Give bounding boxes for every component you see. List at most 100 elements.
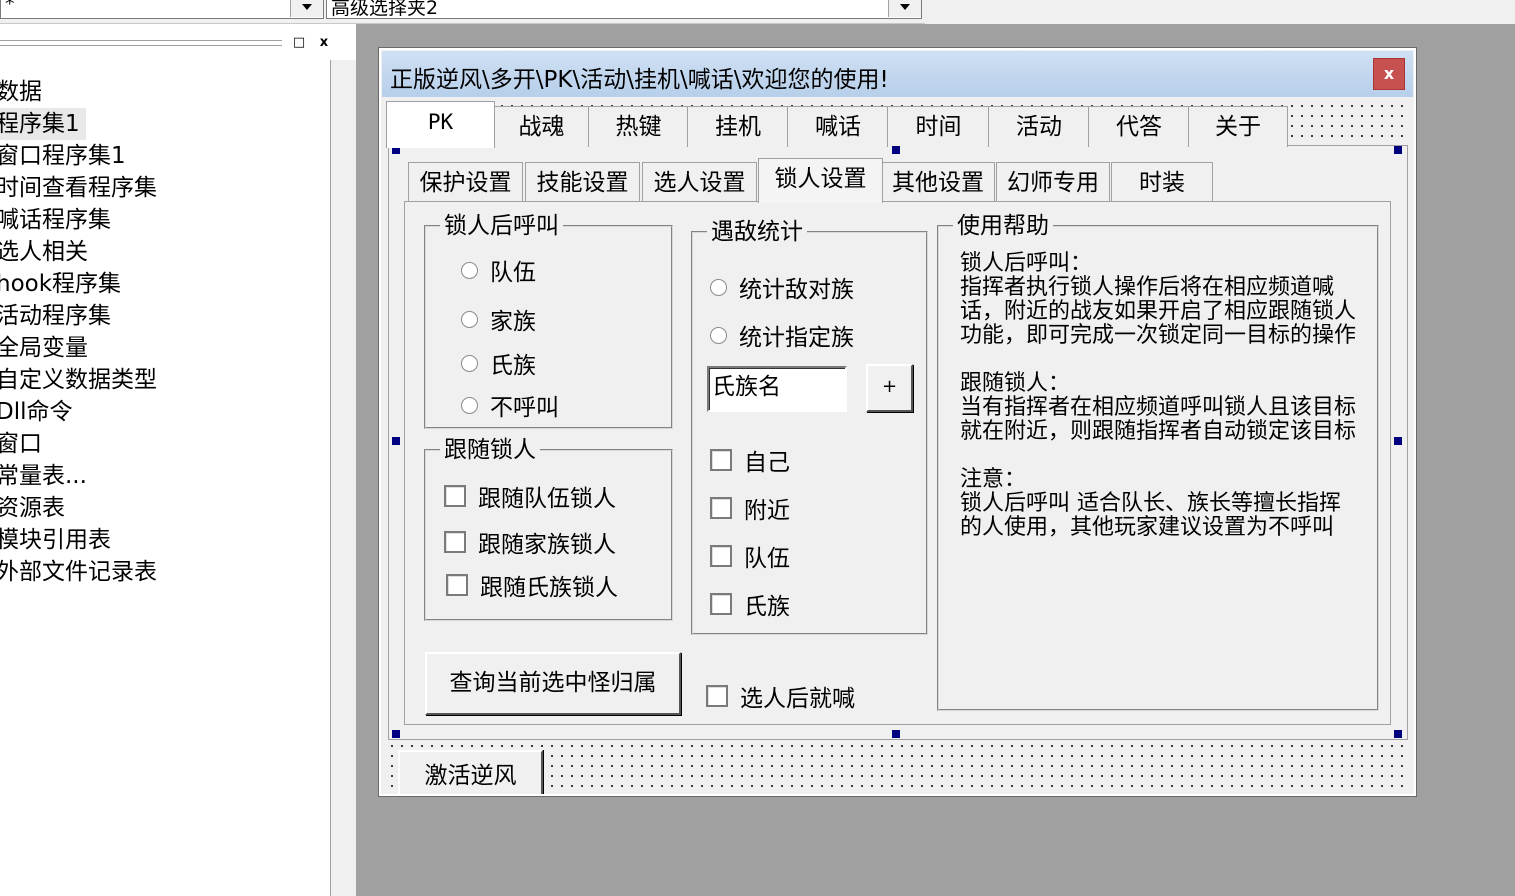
chevron-down-icon[interactable] [290,0,323,17]
project-tree: 数据 程序集1 窗口程序集1 时间查看程序集 喊话程序集 选人相关 hook程序… [0,76,330,588]
tab-time[interactable]: 时间 [887,106,990,147]
tab-shout[interactable]: 喊话 [787,106,889,147]
tab-protect-settings[interactable]: 保护设置 [408,162,523,201]
close-icon[interactable]: x [315,34,333,52]
clan-name-input[interactable]: 氏族名 [707,366,847,412]
enemy-stats-legend: 遇敌统计 [711,219,803,245]
selection-handle[interactable] [392,730,400,738]
checkbox[interactable] [710,593,732,615]
event-combo[interactable]: 高级选择夹2 [326,0,922,19]
checkbox[interactable] [446,574,468,596]
form-title: 正版逆风\多开\PK\活动\挂机\喊话\欢迎您的使用! [390,67,889,93]
tree-item[interactable]: 自定义数据类型 [0,364,330,396]
tree-item[interactable]: 数据 [0,76,330,108]
tab-zhanhun[interactable]: 战魂 [493,106,590,147]
radio-label: 统计敌对族 [739,277,854,303]
tree-item[interactable]: 模块引用表 [0,524,330,556]
radio-stat-specified[interactable]: 统计指定族 [710,318,854,352]
check-follow-clan[interactable]: 跟随氏族锁人 [446,568,618,602]
radio-circle[interactable] [461,261,478,279]
checkbox[interactable] [444,485,466,507]
tree-item[interactable]: 喊话程序集 [0,204,330,236]
close-icon[interactable]: x [1373,58,1405,90]
radio-circle[interactable] [461,354,478,372]
tree-item[interactable]: 窗口程序集1 [0,140,330,172]
check-label: 跟随家族锁人 [478,532,616,558]
check-follow-family[interactable]: 跟随家族锁人 [444,525,616,559]
tab-pk[interactable]: PK [386,101,495,148]
selection-handle[interactable] [392,437,400,445]
check-team[interactable]: 队伍 [710,539,790,573]
chevron-down-icon[interactable] [888,0,921,17]
toolbar-empty-area [925,0,1515,24]
radio-label: 不呼叫 [490,395,559,421]
radio-label: 队伍 [490,260,536,286]
check-label: 队伍 [744,546,790,572]
checkbox[interactable] [710,497,732,519]
add-clan-button[interactable]: + [866,364,913,412]
check-clan[interactable]: 氏族 [710,587,790,621]
selection-handle[interactable] [892,146,900,154]
tree-item[interactable]: 资源表 [0,492,330,524]
restore-icon[interactable]: □ [290,34,308,52]
radio-circle[interactable] [461,396,478,414]
tab-fashion[interactable]: 时装 [1111,162,1213,201]
tree-item[interactable]: 时间查看程序集 [0,172,330,204]
help-legend: 使用帮助 [957,213,1049,239]
tree-item[interactable]: Dll命令 [0,396,330,428]
tab-afk[interactable]: 挂机 [687,106,789,147]
radio-stat-hostile[interactable]: 统计敌对族 [710,270,854,304]
tab-illusionist[interactable]: 幻师专用 [996,162,1110,201]
tab-answer[interactable]: 代答 [1088,106,1190,147]
query-monster-owner-button[interactable]: 查询当前选中怪归属 [425,652,681,715]
checkbox[interactable] [706,685,728,707]
tree-item[interactable]: 窗口 [0,428,330,460]
tree-item[interactable]: hook程序集 [0,268,330,300]
tree-item[interactable]: 外部文件记录表 [0,556,330,588]
tab-other-settings[interactable]: 其他设置 [881,162,995,201]
selection-handle[interactable] [1394,437,1402,445]
radio-call-none[interactable]: 不呼叫 [461,388,559,422]
radio-call-family[interactable]: 家族 [461,302,536,336]
follow-lock-legend: 跟随锁人 [444,437,536,463]
tree-item[interactable]: 常量表... [0,460,330,492]
tab-lock-settings[interactable]: 锁人设置 [758,158,883,203]
radio-label: 统计指定族 [739,325,854,351]
selection-handle[interactable] [1394,730,1402,738]
panel-splitter[interactable] [330,60,356,896]
tree-item[interactable]: 全局变量 [0,332,330,364]
radio-circle[interactable] [710,326,727,344]
selection-handle[interactable] [892,730,900,738]
radio-call-clan[interactable]: 氏族 [461,346,536,380]
event-combo-value: 高级选择夹2 [331,0,439,19]
tab-activity[interactable]: 活动 [988,106,1090,147]
check-nearby[interactable]: 附近 [710,491,790,525]
object-combo-value: * [5,0,15,15]
check-label: 附近 [744,498,790,524]
form-titlebar[interactable]: 正版逆风\多开\PK\活动\挂机\喊话\欢迎您的使用! [382,51,1413,97]
check-label: 跟随氏族锁人 [480,575,618,601]
check-self[interactable]: 自己 [710,443,790,477]
check-follow-team[interactable]: 跟随队伍锁人 [444,479,616,513]
tree-item[interactable]: 活动程序集 [0,300,330,332]
tree-item[interactable]: 选人相关 [0,236,330,268]
radio-label: 氏族 [490,353,536,379]
tree-item-selected[interactable]: 程序集1 [0,108,86,140]
tab-about[interactable]: 关于 [1188,106,1288,147]
checkbox[interactable] [710,449,732,471]
check-shout-after-select[interactable]: 选人后就喊 [706,679,855,713]
radio-circle[interactable] [710,278,727,296]
radio-circle[interactable] [461,310,478,328]
panel-grip[interactable] [0,40,282,46]
checkbox[interactable] [710,545,732,567]
object-combo[interactable]: * [0,0,324,19]
check-label: 氏族 [744,594,790,620]
tab-hotkey[interactable]: 热键 [588,106,689,147]
selection-handle[interactable] [1394,146,1402,154]
tab-select-settings[interactable]: 选人设置 [642,162,757,201]
radio-label: 家族 [490,309,536,335]
radio-call-team[interactable]: 队伍 [461,253,536,287]
activate-button[interactable]: 激活逆风 [398,750,543,794]
tab-skill-settings[interactable]: 技能设置 [525,162,640,201]
checkbox[interactable] [444,531,466,553]
